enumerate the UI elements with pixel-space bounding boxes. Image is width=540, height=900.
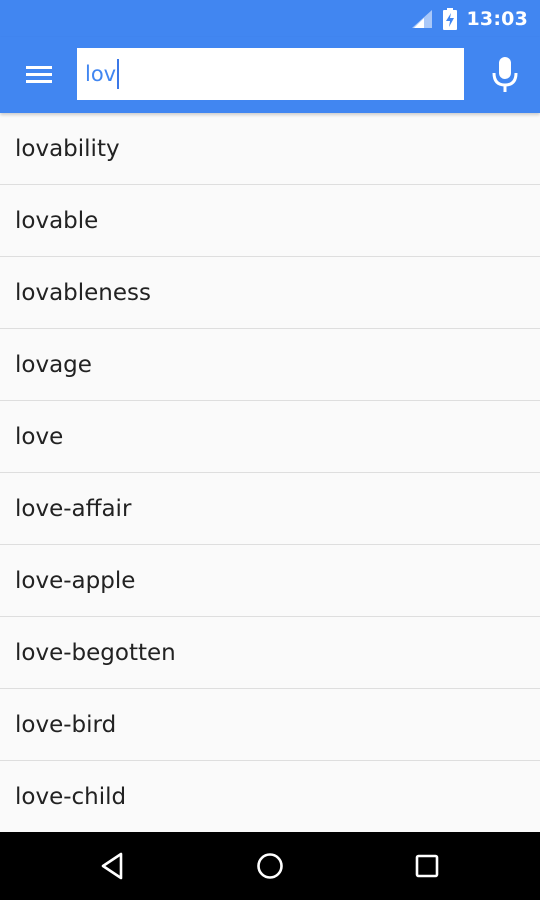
voice-search-button[interactable] (490, 55, 520, 95)
hamburger-menu-icon (26, 66, 52, 83)
back-icon (101, 852, 123, 880)
suggestion-item[interactable]: lovage (0, 329, 540, 401)
suggestion-item[interactable]: love-bird (0, 689, 540, 761)
microphone-icon (492, 57, 518, 92)
signal-icon (411, 9, 432, 28)
suggestion-list: lovability lovable lovableness lovage lo… (0, 113, 540, 833)
status-time: 13:03 (466, 7, 528, 30)
suggestion-item[interactable]: lovable (0, 185, 540, 257)
recents-button[interactable] (409, 848, 445, 884)
suggestion-item[interactable]: love-begotten (0, 617, 540, 689)
text-cursor (117, 59, 120, 89)
status-bar: 13:03 (0, 0, 540, 37)
home-icon (257, 853, 283, 879)
app-bar: lov (0, 37, 540, 113)
suggestion-item[interactable]: love-affair (0, 473, 540, 545)
search-input[interactable]: lov (85, 62, 116, 86)
suggestion-item[interactable]: love-apple (0, 545, 540, 617)
suggestion-item[interactable]: lovableness (0, 257, 540, 329)
battery-charging-icon (442, 7, 457, 30)
suggestion-item[interactable]: love (0, 401, 540, 473)
suggestion-item[interactable]: love-child (0, 761, 540, 833)
suggestion-item[interactable]: lovability (0, 113, 540, 185)
search-box[interactable]: lov (77, 48, 464, 100)
system-nav-bar (0, 832, 540, 900)
back-button[interactable] (96, 848, 132, 884)
home-button[interactable] (252, 848, 288, 884)
status-icons: 13:03 (411, 0, 528, 37)
menu-button[interactable] (22, 61, 58, 89)
recents-icon (415, 854, 439, 878)
